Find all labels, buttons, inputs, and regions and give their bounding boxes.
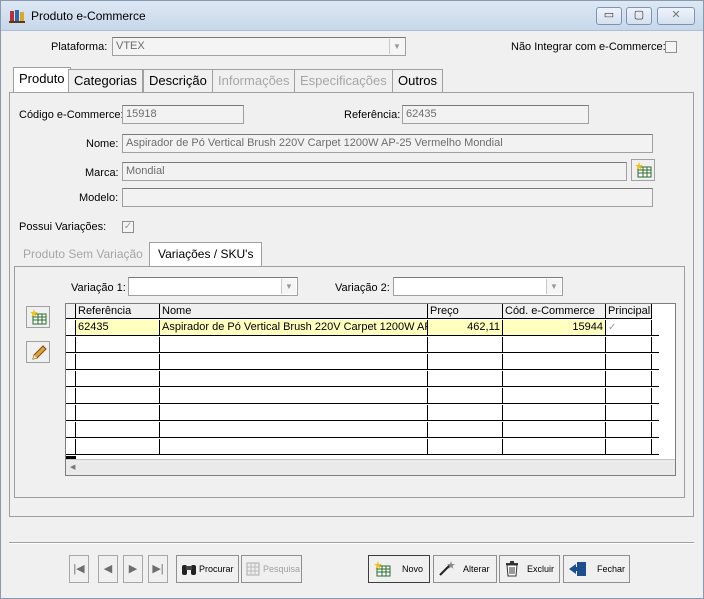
minimize-button[interactable]: ▭	[596, 7, 622, 25]
cell-cod-ecommerce[interactable]: 15944	[503, 320, 606, 335]
cell-nome[interactable]: Aspirador de Pó Vertical Brush 220V Carp…	[160, 320, 428, 335]
nao-integrar-label: Não Integrar com e-Commerce:	[511, 41, 666, 53]
alterar-label: Alterar	[463, 564, 490, 574]
plataforma-value: VTEX	[116, 40, 145, 52]
col-preco[interactable]: Preço	[428, 304, 503, 319]
table-row[interactable]: 62435 Aspirador de Pó Vertical Brush 220…	[66, 320, 659, 336]
chevron-down-icon: ▼	[389, 39, 404, 54]
chevron-down-icon: ▼	[281, 279, 296, 294]
table-row	[66, 354, 659, 370]
nome-field[interactable]: Aspirador de Pó Vertical Brush 220V Carp…	[122, 134, 653, 153]
variacao-2-select[interactable]: ▼	[393, 277, 563, 296]
plataforma-label: Plataforma:	[51, 41, 108, 53]
new-record-icon	[374, 561, 391, 577]
new-record-icon	[635, 162, 652, 178]
maximize-button[interactable]: ▢	[626, 7, 652, 25]
tab-produto[interactable]: Produto	[13, 67, 71, 93]
plataforma-select[interactable]: VTEX ▼	[112, 37, 406, 56]
procurar-label: Procurar	[199, 564, 234, 574]
marca-lookup-button[interactable]	[631, 159, 655, 181]
novo-button[interactable]: Novo	[368, 555, 430, 583]
nav-first-button[interactable]: |◀	[69, 555, 89, 583]
cell-referencia[interactable]: 62435	[76, 320, 160, 335]
tab-categorias[interactable]: Categorias	[68, 69, 143, 93]
modelo-label: Modelo:	[79, 192, 119, 204]
magic-wand-icon	[439, 561, 455, 576]
codigo-field[interactable]: 15918	[122, 105, 244, 124]
nao-integrar-checkbox[interactable]	[665, 41, 677, 53]
fechar-label: Fechar	[597, 564, 626, 574]
col-referencia[interactable]: Referência	[76, 304, 160, 319]
nav-last-button[interactable]: ▶|	[148, 555, 168, 583]
tab-especificacoes[interactable]: Especificações	[294, 69, 393, 93]
table-row	[66, 337, 659, 353]
variacao-1-label: Variação 1:	[71, 282, 126, 294]
grid-search-icon	[246, 562, 260, 576]
col-nome[interactable]: Nome	[160, 304, 428, 319]
variations-grid[interactable]: Referência Nome Preço Cód. e-Commerce Pr…	[65, 303, 676, 476]
tab-outros[interactable]: Outros	[392, 69, 444, 93]
table-row	[66, 439, 659, 455]
pesquisa-button[interactable]: Pesquisa	[241, 555, 302, 583]
excluir-button[interactable]: Excluir	[499, 555, 560, 583]
chevron-down-icon: ▼	[546, 279, 561, 294]
table-row	[66, 371, 659, 387]
exit-door-icon	[569, 562, 586, 576]
row-indicator	[66, 320, 76, 335]
nav-next-button[interactable]: ▶	[123, 555, 143, 583]
procurar-button[interactable]: Procurar	[176, 555, 239, 583]
pesquisa-label: Pesquisa	[263, 564, 301, 574]
table-row	[66, 388, 659, 404]
col-cod-ecommerce[interactable]: Cód. e-Commerce	[503, 304, 606, 319]
variacao-1-select[interactable]: ▼	[128, 277, 298, 296]
fechar-button[interactable]: Fechar	[563, 555, 630, 583]
cell-principal-checkbox[interactable]: ✓	[606, 320, 652, 335]
add-variation-button[interactable]	[26, 306, 50, 328]
close-button[interactable]: ✕	[657, 7, 695, 25]
nav-prev-button[interactable]: ◀	[98, 555, 118, 583]
product-ecommerce-window: Produto e-Commerce ▭ ▢ ✕ Plataforma: VTE…	[0, 0, 704, 599]
referencia-label: Referência:	[344, 109, 401, 121]
app-icon	[9, 10, 25, 23]
title-bar: Produto e-Commerce ▭ ▢ ✕	[1, 1, 703, 31]
subtab-produto-sem-variacao[interactable]: Produto Sem Variação	[23, 247, 143, 261]
marca-label: Marca:	[85, 167, 119, 179]
binoculars-icon	[182, 565, 196, 575]
variacao-2-label: Variação 2:	[335, 282, 390, 294]
trash-icon	[506, 561, 518, 577]
edit-variation-button[interactable]	[26, 341, 50, 363]
codigo-label: Código e-Commerce:	[19, 109, 124, 121]
nome-label: Nome:	[86, 138, 119, 150]
possui-variacoes-label: Possui Variações:	[19, 221, 107, 233]
col-principal[interactable]: Principal	[606, 304, 652, 319]
modelo-field[interactable]	[122, 188, 653, 207]
possui-variacoes-checkbox[interactable]: ✓	[122, 221, 134, 233]
grid-horizontal-scrollbar[interactable]: ◀ ▶	[66, 459, 675, 475]
footer-divider-highlight	[9, 543, 694, 544]
pencil-icon	[32, 345, 47, 360]
referencia-field[interactable]: 62435	[402, 105, 589, 124]
table-row	[66, 422, 659, 438]
tab-informacoes[interactable]: Informações	[212, 69, 296, 93]
window-title: Produto e-Commerce	[31, 9, 146, 23]
grid-indicator-header	[66, 304, 76, 319]
scroll-left-icon[interactable]: ◀	[70, 463, 75, 471]
alterar-button[interactable]: Alterar	[433, 555, 497, 583]
subtab-variacoes-skus[interactable]: Variações / SKU's	[149, 242, 263, 267]
novo-label: Novo	[402, 564, 424, 574]
tab-descricao[interactable]: Descrição	[143, 69, 213, 93]
new-record-icon	[30, 309, 47, 325]
table-row	[66, 405, 659, 421]
excluir-label: Excluir	[527, 564, 555, 574]
cell-preco[interactable]: 462,11	[428, 320, 503, 335]
marca-field[interactable]: Mondial	[122, 162, 627, 181]
